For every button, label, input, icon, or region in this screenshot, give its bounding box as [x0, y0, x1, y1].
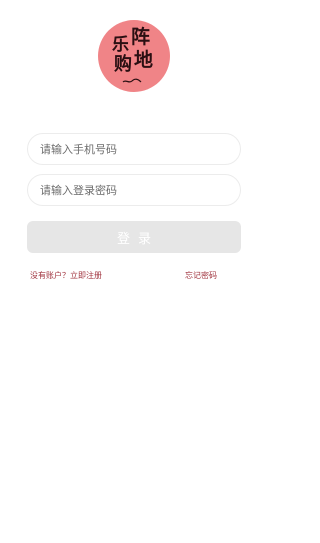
logo-char: 阵	[131, 26, 151, 48]
app-logo: 乐 阵 购 地	[98, 20, 170, 92]
logo-char: 乐	[112, 35, 129, 55]
password-input[interactable]	[27, 174, 241, 206]
logo-char: 地	[134, 49, 154, 71]
logo-flourish-icon	[122, 78, 142, 83]
phone-input[interactable]	[27, 133, 241, 165]
forgot-password-link[interactable]: 忘记密码	[185, 270, 217, 281]
register-link[interactable]: 没有账户？立即注册	[30, 270, 102, 281]
logo-char: 购	[114, 54, 132, 75]
login-button[interactable]: 登录	[27, 221, 241, 253]
